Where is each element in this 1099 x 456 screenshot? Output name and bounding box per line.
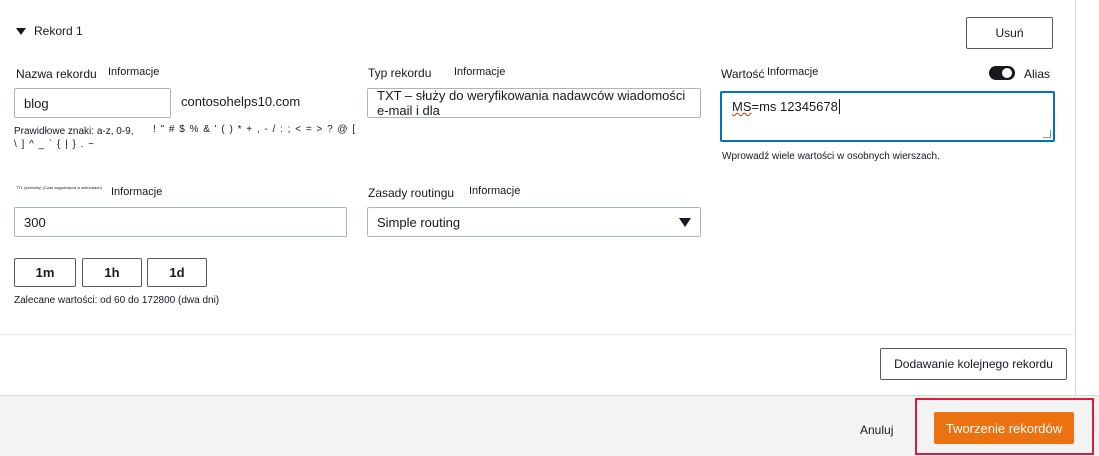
record-type-label: Typ rekordu [368, 66, 432, 80]
valid-chars-hint: Prawidłowe znaki: a-z, 0-9, [14, 126, 134, 137]
routing-label: Zasady routingu [368, 186, 455, 200]
footer-divider [0, 395, 1099, 396]
text-cursor [838, 99, 840, 114]
record-type-info-link[interactable]: Informacje [454, 66, 505, 78]
valid-chars-list: ! " # $ % & ' ( ) * + , - / : ; < = > ? … [153, 124, 357, 135]
ttl-input[interactable]: 300 [14, 207, 347, 237]
add-record-button[interactable]: Dodawanie kolejnego rekordu [880, 348, 1067, 380]
record-title: Rekord 1 [34, 24, 83, 38]
routing-info-link[interactable]: Informacje [469, 185, 520, 197]
record-header[interactable]: Rekord 1 [16, 24, 83, 38]
resize-handle-icon[interactable] [1043, 130, 1051, 138]
ttl-1m-button[interactable]: 1m [14, 258, 76, 287]
ttl-label: TTL (sekundy) (Czas wygaśnięcia w sekund… [16, 185, 102, 190]
record-type-select[interactable]: TXT – służy do weryfikowania nadawców wi… [367, 88, 701, 118]
routing-select[interactable]: Simple routing [367, 207, 701, 237]
alias-toggle[interactable] [989, 66, 1015, 80]
routing-value: Simple routing [377, 214, 461, 230]
toggle-knob [1002, 68, 1012, 78]
delete-record-button[interactable]: Usuń [966, 17, 1053, 49]
record-name-label: Nazwa rekordu [16, 67, 97, 81]
value-textarea[interactable]: MS=ms 12345678 [720, 91, 1055, 142]
valid-chars-list-2: \ ] ^ _ ` { | } . ~ [14, 139, 96, 150]
ttl-info-link[interactable]: Informacje [111, 186, 162, 198]
value-text-prefix: MS [732, 99, 752, 114]
value-hint: Wprowadź wiele wartości w osobnych wiers… [722, 151, 940, 162]
domain-suffix: contosohelps10.com [181, 94, 301, 109]
highlight-box [915, 398, 1094, 455]
ttl-recommended-hint: Zalecane wartości: od 60 do 172800 (dwa … [14, 295, 220, 306]
dropdown-caret-icon [679, 217, 691, 227]
caret-down-icon [16, 27, 26, 35]
scroll-edge [1076, 0, 1099, 395]
record-name-info-link[interactable]: Informacje [108, 66, 159, 78]
section-divider [0, 334, 1076, 335]
ttl-1d-button[interactable]: 1d [147, 258, 207, 287]
cancel-button[interactable]: Anuluj [860, 423, 893, 437]
ttl-1h-button[interactable]: 1h [82, 258, 142, 287]
value-label: Wartość [721, 67, 765, 81]
value-info-link[interactable]: Informacje [767, 66, 818, 78]
alias-label: Alias [1024, 67, 1051, 81]
record-name-input[interactable]: blog [14, 88, 171, 118]
value-text-rest: =ms 12345678 [751, 99, 838, 114]
